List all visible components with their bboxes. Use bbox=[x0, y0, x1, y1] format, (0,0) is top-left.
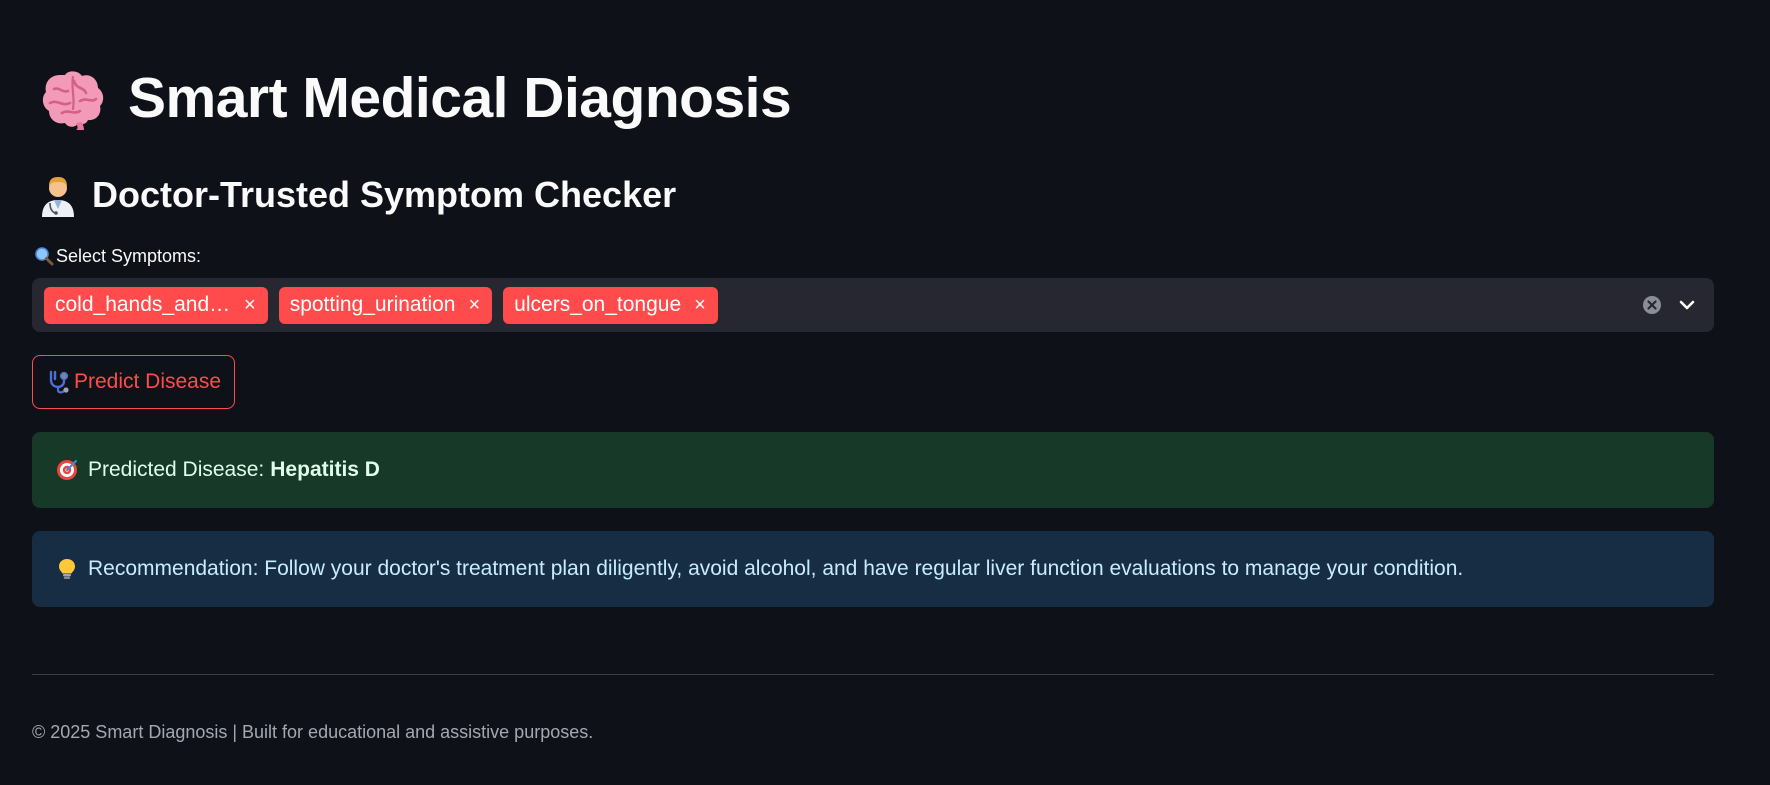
remove-tag-icon[interactable]: × bbox=[244, 295, 256, 315]
stethoscope-icon bbox=[49, 370, 69, 394]
prediction-result-alert: Predicted Disease: Hepatitis D bbox=[32, 432, 1714, 508]
target-icon bbox=[57, 460, 77, 480]
remove-tag-icon[interactable]: × bbox=[694, 295, 706, 315]
prediction-prefix: Predicted Disease: bbox=[88, 458, 265, 481]
magnifier-icon bbox=[35, 247, 54, 266]
page-subtitle: Doctor-Trusted Symptom Checker bbox=[92, 174, 677, 215]
symptom-tag: ulcers_on_tongue × bbox=[503, 286, 718, 324]
selected-symptom-tags: cold_hands_and_feets × spotting_urinatio… bbox=[32, 286, 718, 324]
symptom-tag: cold_hands_and_feets × bbox=[44, 286, 268, 324]
predict-disease-button[interactable]: Predict Disease bbox=[32, 355, 235, 409]
brain-icon bbox=[42, 71, 104, 130]
symptom-multiselect[interactable]: cold_hands_and_feets × spotting_urinatio… bbox=[32, 278, 1714, 332]
title-row: Smart Medical Diagnosis bbox=[40, 58, 792, 138]
subtitle-row: Doctor-Trusted Symptom Checker bbox=[38, 170, 676, 220]
lightbulb-icon bbox=[59, 559, 75, 579]
clear-all-icon[interactable] bbox=[1642, 295, 1662, 315]
footer-divider bbox=[32, 674, 1714, 675]
doctor-icon bbox=[42, 177, 74, 217]
symptom-tag-label: spotting_urination bbox=[289, 293, 456, 316]
recommendation-alert: Recommendation: Follow your doctor's tre… bbox=[32, 531, 1714, 607]
predict-button-label: Predict Disease bbox=[73, 370, 222, 393]
symptom-tag-label: cold_hands_and_feets bbox=[55, 293, 231, 316]
footer-text: © 2025 Smart Diagnosis | Built for educa… bbox=[32, 722, 594, 742]
predicted-disease-value: Hepatitis D bbox=[270, 458, 380, 481]
symptom-select-label: Select Symptoms: bbox=[56, 245, 202, 266]
symptom-select-label-row: Select Symptoms: bbox=[34, 244, 201, 268]
app-page: Smart Medical Diagnosis Doctor-Trusted S… bbox=[0, 0, 1770, 785]
chevron-down-icon[interactable] bbox=[1676, 294, 1698, 316]
recommendation-text: Recommendation: Follow your doctor's tre… bbox=[88, 557, 1464, 580]
symptom-tag-label: ulcers_on_tongue bbox=[514, 293, 682, 316]
page-title: Smart Medical Diagnosis bbox=[128, 66, 792, 130]
remove-tag-icon[interactable]: × bbox=[468, 295, 480, 315]
symptom-tag: spotting_urination × bbox=[278, 286, 493, 324]
